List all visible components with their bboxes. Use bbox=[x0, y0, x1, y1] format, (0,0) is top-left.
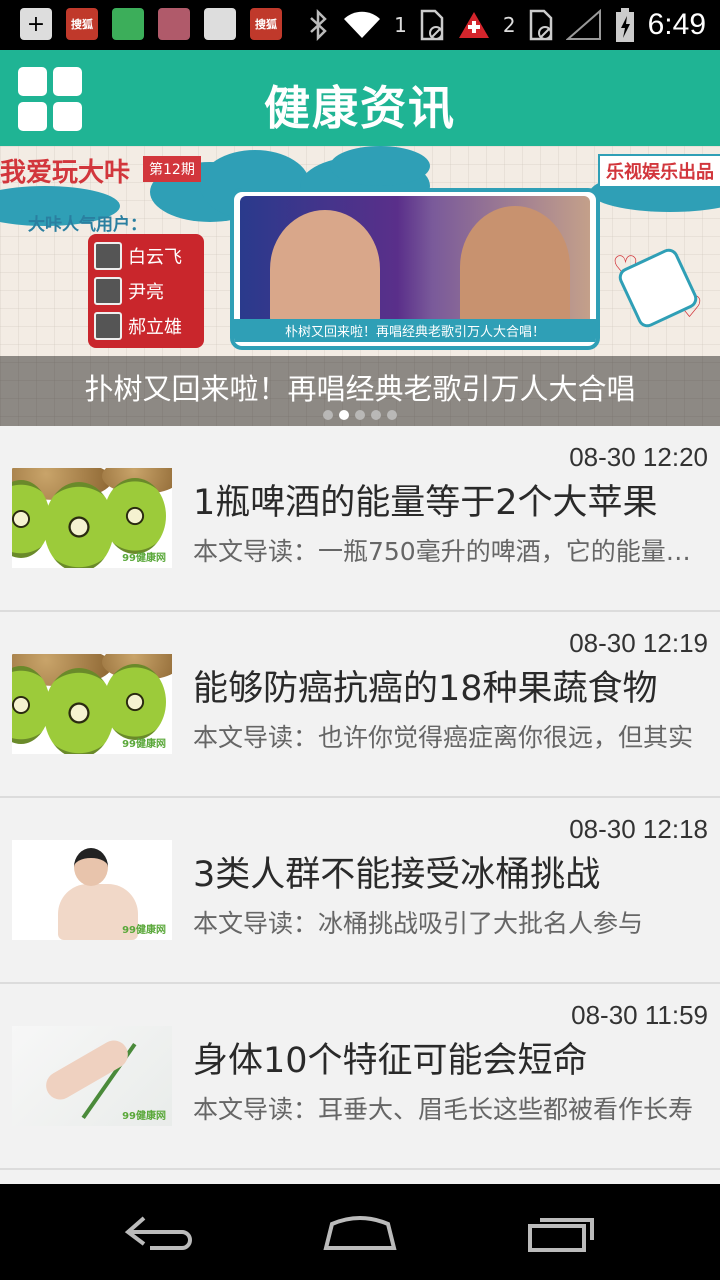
banner-photo-caption: 朴树又回来啦！再唱经典老歌引万人大合唱！ bbox=[234, 319, 596, 342]
clock: 6:49 bbox=[647, 8, 706, 41]
carousel-dot bbox=[339, 410, 349, 420]
banner-photo: 朴树又回来啦！再唱经典老歌引万人大合唱！ bbox=[230, 188, 600, 350]
list-item[interactable]: 08-30 12:20 99健康网 1瓶啤酒的能量等于2个大苹果 本文导读：一瓶… bbox=[0, 426, 720, 612]
article-title: 能够防癌抗癌的18种果蔬食物 bbox=[193, 669, 658, 709]
add-notification-icon: + bbox=[20, 8, 52, 40]
article-summary: 本文导读：一瓶750毫升的啤酒，它的能量等于2个大苹果 bbox=[193, 537, 708, 566]
sim1-label: 1 bbox=[394, 13, 407, 37]
article-time: 08-30 12:20 bbox=[569, 442, 708, 472]
signal-icon bbox=[565, 9, 601, 40]
article-time: 08-30 12:18 bbox=[569, 814, 708, 844]
article-time: 08-30 12:19 bbox=[569, 628, 708, 658]
carousel-dot bbox=[387, 410, 397, 420]
navigation-bar bbox=[0, 1184, 720, 1280]
banner-caption: 扑树又回来啦！再唱经典老歌引万人大合唱 bbox=[84, 372, 636, 406]
thumbnail-watermark: 99健康网 bbox=[122, 925, 166, 936]
thumbnail-watermark: 99健康网 bbox=[122, 553, 166, 564]
sim2-label: 2 bbox=[502, 13, 516, 37]
battery-charging-icon bbox=[615, 8, 634, 42]
article-thumbnail: 99健康网 bbox=[12, 1026, 172, 1126]
banner-users-label: 大咔人气用户： bbox=[28, 215, 147, 235]
article-title: 3类人群不能接受冰桶挑战 bbox=[193, 855, 601, 895]
sim2-no-data-icon bbox=[529, 9, 552, 41]
carousel-indicator bbox=[323, 410, 397, 420]
sohu-app-icon: 搜狐 bbox=[66, 8, 98, 40]
banner-episode-badge: 第12期 bbox=[143, 156, 201, 182]
article-summary: 本文导读：冰桶挑战吸引了大批名人参与 bbox=[193, 909, 644, 938]
carousel-dot bbox=[371, 410, 381, 420]
home-icon[interactable] bbox=[320, 1210, 400, 1254]
banner-carousel[interactable]: 我爱玩大咔 第12期 乐视娱乐出品 大咔人气用户： 白云飞 尹亮 郝立雄 朴树又… bbox=[0, 146, 720, 426]
avatar bbox=[94, 276, 122, 305]
carousel-dot bbox=[355, 410, 365, 420]
back-icon[interactable] bbox=[120, 1210, 200, 1254]
carousel-dot bbox=[323, 410, 333, 420]
list-item[interactable]: 08-30 12:19 99健康网 能够防癌抗癌的18种果蔬食物 本文导读：也许… bbox=[0, 612, 720, 798]
article-summary: 本文导读：也许你觉得癌症离你很远，但其实 bbox=[193, 723, 694, 752]
usb-debug-icon bbox=[204, 8, 236, 40]
banner-show-name: 我爱玩大咔 bbox=[0, 158, 131, 188]
article-list: 08-30 12:20 99健康网 1瓶啤酒的能量等于2个大苹果 本文导读：一瓶… bbox=[0, 426, 720, 1184]
article-summary: 本文导读：耳垂大、眉毛长这些都被看作长寿 bbox=[193, 1095, 694, 1124]
wifi-icon bbox=[344, 11, 381, 38]
banner-user-card: 白云飞 尹亮 郝立雄 bbox=[88, 234, 204, 348]
list-item[interactable]: 08-30 11:59 99健康网 身体10个特征可能会短命 本文导读：耳垂大、… bbox=[0, 984, 720, 1170]
article-thumbnail: 99健康网 bbox=[12, 840, 172, 940]
warning-plus-icon bbox=[458, 12, 489, 38]
article-thumbnail: 99健康网 bbox=[12, 468, 172, 568]
system-status: 1 2 6:49 bbox=[308, 6, 706, 44]
bluetooth-icon bbox=[310, 9, 327, 41]
recent-apps-icon[interactable] bbox=[520, 1210, 600, 1254]
thumbnail-watermark: 99健康网 bbox=[122, 1111, 166, 1122]
shoe-app-icon bbox=[158, 8, 190, 40]
thumbnail-watermark: 99健康网 bbox=[122, 739, 166, 750]
user-name: 尹亮 bbox=[128, 281, 164, 303]
article-thumbnail: 99健康网 bbox=[12, 654, 172, 754]
user-name: 郝立雄 bbox=[128, 316, 182, 338]
notification-icons: + 搜狐 搜狐 bbox=[20, 8, 282, 40]
avatar bbox=[94, 311, 122, 340]
status-bar: + 搜狐 搜狐 1 2 6:49 bbox=[0, 0, 720, 50]
article-title: 身体10个特征可能会短命 bbox=[193, 1041, 588, 1081]
sim1-no-data-icon bbox=[420, 9, 444, 41]
user-name: 白云飞 bbox=[128, 246, 182, 268]
sohu-app-icon: 搜狐 bbox=[250, 8, 282, 40]
colorful-app-icon bbox=[112, 8, 144, 40]
avatar bbox=[94, 241, 122, 270]
page-title: 健康资讯 bbox=[264, 81, 456, 135]
app-header: 健康资讯 bbox=[0, 50, 720, 146]
article-title: 1瓶啤酒的能量等于2个大苹果 bbox=[193, 483, 658, 523]
banner-producer: 乐视娱乐出品 bbox=[598, 154, 720, 188]
article-time: 08-30 11:59 bbox=[571, 1000, 708, 1030]
list-item[interactable]: 08-30 12:18 99健康网 3类人群不能接受冰桶挑战 本文导读：冰桶挑战… bbox=[0, 798, 720, 984]
banner-caption-bar: 扑树又回来啦！再唱经典老歌引万人大合唱 bbox=[0, 356, 720, 426]
